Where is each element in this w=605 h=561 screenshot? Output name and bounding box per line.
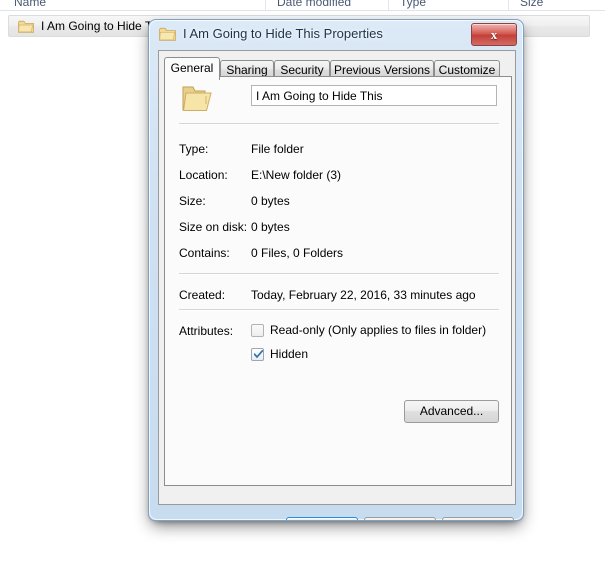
attributes-label: Attributes: — [179, 324, 234, 338]
checkbox-readonly[interactable] — [251, 324, 264, 337]
dialog-footer: OK Cancel Apply — [165, 517, 523, 520]
separator — [179, 123, 499, 125]
column-header-type[interactable]: Type — [400, 0, 426, 9]
close-button[interactable]: x — [471, 23, 517, 46]
size-value: 0 bytes — [251, 194, 290, 208]
cancel-button[interactable]: Cancel — [364, 517, 436, 520]
size-on-disk-value: 0 bytes — [251, 220, 290, 234]
folder-icon — [159, 27, 176, 41]
column-divider[interactable] — [265, 0, 266, 10]
dialog-client-area: General Sharing Security Previous Versions C… — [158, 50, 516, 520]
properties-dialog: I Am Going to Hide This Properties x Gen… — [148, 19, 524, 521]
size-label: Size: — [179, 194, 206, 208]
apply-button[interactable]: Apply — [442, 517, 514, 520]
ok-button[interactable]: OK — [286, 517, 358, 520]
column-header-name[interactable]: Name — [14, 0, 46, 9]
contains-label: Contains: — [179, 246, 230, 260]
general-tab-page: Type: File folder Location: E:\New folder (… — [164, 76, 514, 520]
type-value: File folder — [251, 142, 304, 156]
separator — [179, 309, 499, 311]
dialog-title: I Am Going to Hide This Properties — [183, 26, 383, 41]
dialog-titlebar[interactable]: I Am Going to Hide This Properties x — [149, 20, 523, 50]
created-value: Today, February 22, 2016, 33 minutes ago — [251, 288, 476, 302]
advanced-button[interactable]: Advanced... — [404, 400, 499, 423]
column-header-size[interactable]: Size — [520, 0, 543, 9]
checkbox-hidden[interactable] — [251, 348, 264, 361]
created-label: Created: — [179, 288, 226, 302]
checkbox-label-hidden[interactable]: Hidden — [270, 347, 308, 361]
folder-name-input[interactable] — [251, 85, 497, 106]
column-divider[interactable] — [508, 0, 509, 10]
column-divider[interactable] — [388, 0, 389, 10]
size-on-disk-label: Size on disk: — [179, 220, 248, 234]
explorer-column-header[interactable]: Name Date modified Type Size — [0, 0, 605, 11]
location-label: Location: — [179, 168, 228, 182]
close-icon: x — [490, 26, 498, 42]
folder-icon — [18, 20, 34, 33]
location-value: E:\New folder (3) — [251, 168, 342, 182]
separator — [179, 273, 499, 275]
folder-icon — [182, 86, 212, 111]
type-label: Type: — [179, 142, 209, 156]
checkmark-icon — [254, 350, 263, 359]
column-header-date-modified[interactable]: Date modified — [277, 0, 351, 9]
contains-value: 0 Files, 0 Folders — [251, 246, 344, 260]
checkbox-label-readonly[interactable]: Read-only (Only applies to files in fold… — [270, 323, 486, 337]
tab-general[interactable]: General — [164, 57, 220, 80]
